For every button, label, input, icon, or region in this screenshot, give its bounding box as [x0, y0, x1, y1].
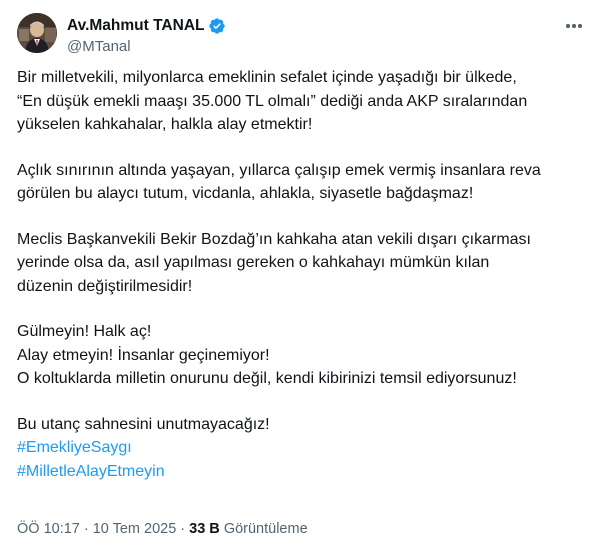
- text-line: görülen bu alaycı tutum, vicdanla, ahlak…: [17, 185, 474, 202]
- text-line: Bir milletvekili, milyonlarca emeklinin …: [17, 69, 517, 86]
- handle[interactable]: @MTanal: [67, 37, 131, 57]
- text-line: yükselen kahkahalar, halkla alay etmekti…: [17, 116, 313, 133]
- text-line: O koltuklarda milletin onurunu değil, ke…: [17, 370, 517, 387]
- display-name[interactable]: Av.Mahmut TANAL: [67, 16, 204, 36]
- meta-separator: ·: [83, 521, 89, 537]
- text-line: yerinde olsa da, asıl yapılması gereken …: [17, 254, 490, 271]
- more-dot: [566, 24, 570, 28]
- paragraph-1: Bir milletvekili, milyonlarca emeklinin …: [17, 66, 587, 137]
- text-line: düzenin değiştirilmesidir!: [17, 277, 193, 295]
- tweet: Av.Mahmut TANAL @MTanal Bir milletvekili…: [0, 0, 599, 552]
- more-dot: [572, 24, 576, 28]
- text-line: Gülmeyin! Halk aç!: [17, 323, 152, 340]
- more-dot: [578, 24, 582, 28]
- text-line: “En düşük emekli maaşı 35.000 TL olmalı”…: [17, 92, 528, 110]
- post-time[interactable]: ÖÖ 10:17: [17, 521, 80, 537]
- paragraph-3: Meclis Başkanvekili Bekir Bozdağ’ın kahk…: [17, 228, 587, 299]
- tweet-text: Bir milletvekili, milyonlarca emeklinin …: [17, 66, 587, 505]
- text-line: Meclis Başkanvekili Bekir Bozdağ’ın kahk…: [17, 230, 531, 248]
- name-row: Av.Mahmut TANAL: [67, 16, 226, 36]
- tweet-meta: ÖÖ 10:17 · 10 Tem 2025 · 33 B Görüntüleme: [17, 519, 308, 539]
- avatar-image: [17, 13, 57, 53]
- paragraph-5: Bu utanç sahnesini unutmayacağız! #Emekl…: [17, 413, 587, 484]
- avatar[interactable]: [17, 13, 57, 53]
- verified-badge-icon[interactable]: [208, 17, 226, 35]
- views-count: 33 B: [189, 521, 220, 537]
- more-options-icon[interactable]: [563, 15, 585, 37]
- meta-separator: ·: [180, 521, 186, 537]
- views-label: Görüntüleme: [223, 521, 308, 537]
- tweet-header: Av.Mahmut TANAL @MTanal: [17, 13, 587, 57]
- text-line: Alay etmeyin! İnsanlar geçinemiyor!: [17, 346, 270, 364]
- paragraph-2: Açlık sınırının altında yaşayan, yıllarc…: [17, 159, 587, 206]
- hashtag-link[interactable]: #EmekliyeSaygı: [17, 436, 587, 460]
- text-line: Açlık sınırının altında yaşayan, yıllarc…: [17, 161, 541, 179]
- post-date[interactable]: 10 Tem 2025: [93, 521, 177, 537]
- closing-line: Bu utanç sahnesini unutmayacağız!: [17, 415, 270, 433]
- paragraph-4: Gülmeyin! Halk aç! Alay etmeyin! İnsanla…: [17, 320, 587, 391]
- hashtag-link[interactable]: #MilletleAlayEtmeyin: [17, 460, 587, 484]
